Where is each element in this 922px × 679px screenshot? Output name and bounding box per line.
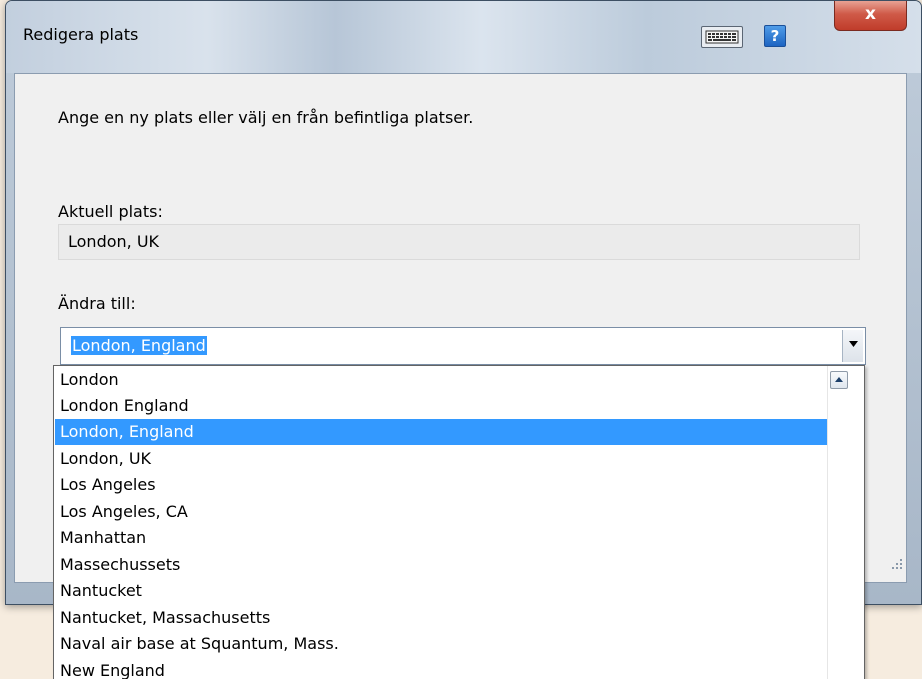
window-title: Redigera plats — [23, 25, 139, 44]
list-item[interactable]: London, UK — [55, 446, 827, 472]
close-icon[interactable]: x — [834, 1, 907, 31]
list-item[interactable]: London — [55, 367, 827, 393]
chevron-up-icon[interactable] — [830, 371, 848, 389]
current-location-label: Aktuell plats: — [58, 202, 163, 221]
change-to-label: Ändra till: — [58, 294, 136, 313]
list-item[interactable]: Nantucket — [55, 578, 827, 604]
list-item[interactable]: New England — [55, 658, 827, 679]
list-item[interactable]: Manhattan — [55, 525, 827, 551]
help-icon[interactable]: ? — [764, 25, 786, 47]
chevron-down-icon[interactable] — [842, 330, 863, 362]
title-bar[interactable]: Redigera plats ? x — [6, 1, 921, 73]
resize-grip-icon[interactable] — [890, 557, 904, 571]
list-item[interactable]: Los Angeles, CA — [55, 499, 827, 525]
list-item[interactable]: London England — [55, 393, 827, 419]
change-to-input[interactable]: London, England — [71, 336, 207, 355]
list-item-selected[interactable]: London, England — [55, 419, 827, 445]
location-dropdown-list: London London England London, England Lo… — [53, 365, 865, 679]
dropdown-scrollbar[interactable] — [827, 366, 864, 679]
keyboard-icon[interactable] — [701, 26, 743, 48]
list-item[interactable]: Los Angeles — [55, 472, 827, 498]
list-item[interactable]: Nantucket, Massachusetts — [55, 605, 827, 631]
change-to-combobox[interactable]: London, England — [60, 327, 866, 365]
instruction-text: Ange en ny plats eller välj en från befi… — [58, 108, 474, 127]
current-location-field: London, UK — [58, 224, 860, 260]
list-item[interactable]: Massechussets — [55, 552, 827, 578]
list-item[interactable]: Naval air base at Squantum, Mass. — [55, 631, 827, 657]
